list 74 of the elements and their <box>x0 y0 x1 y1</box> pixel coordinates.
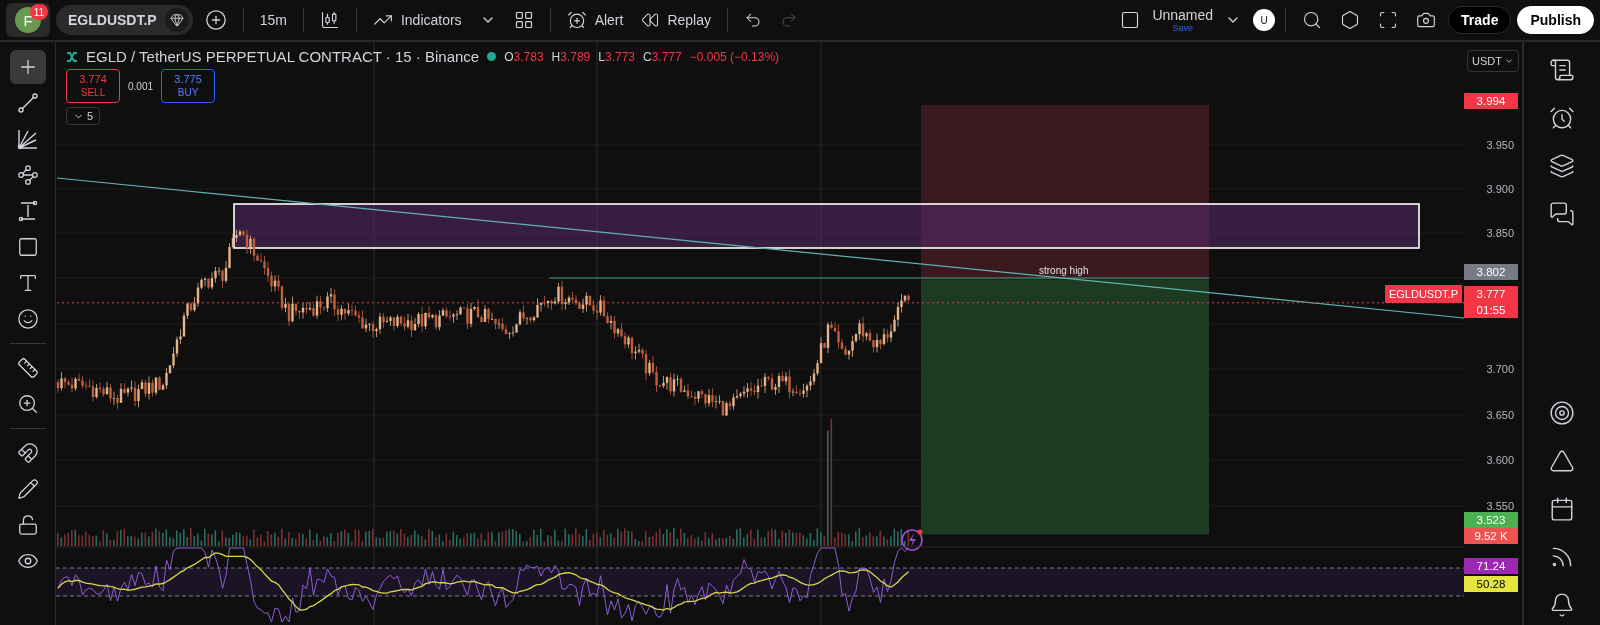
symbol-name: EGLDUSDT.P <box>68 12 157 28</box>
gem-icon <box>164 8 189 32</box>
rewind-icon <box>641 11 660 29</box>
zoom-in-icon <box>16 393 39 415</box>
alarm-clock-icon <box>566 10 587 30</box>
indicator-icon <box>901 529 923 551</box>
grid-icon <box>513 10 534 30</box>
calendar-icon <box>1549 496 1575 522</box>
magnet-icon <box>16 442 39 464</box>
camera-icon <box>1416 10 1437 30</box>
symbol-search[interactable]: EGLDUSDT.P <box>56 5 193 35</box>
interval-button[interactable]: 15m <box>253 4 293 36</box>
redo-icon <box>780 11 798 29</box>
trade-button[interactable]: Trade <box>1448 6 1512 34</box>
price-tick: 3.600 <box>1486 454 1514 466</box>
ohlc-value: L3.773 <box>598 49 635 64</box>
price-label: 3.994 <box>1464 93 1518 109</box>
publish-button[interactable]: Publish <box>1517 6 1594 34</box>
unlocked-lock-icon <box>16 514 39 536</box>
layers-icon <box>1549 153 1575 179</box>
hexagon-icon <box>1340 10 1361 30</box>
price-tick: 3.700 <box>1486 363 1514 375</box>
watchlist-icon <box>1549 57 1575 83</box>
price-tick: 3.850 <box>1486 227 1514 239</box>
exchange-logo <box>66 51 78 62</box>
rectangle-icon <box>16 236 39 258</box>
alert-button[interactable]: Alert <box>560 4 630 36</box>
candlestick-icon <box>319 10 340 30</box>
currency-button[interactable]: USDT <box>1467 50 1519 72</box>
pattern-icon <box>16 164 39 186</box>
user-avatar[interactable]: U <box>1253 9 1276 31</box>
plus-circle-icon <box>204 9 227 31</box>
triangle-icon <box>1549 448 1575 474</box>
chevron-down-icon <box>1503 56 1514 66</box>
price-tick: 3.950 <box>1486 139 1514 151</box>
line-label: strong high <box>1039 265 1089 276</box>
pencil-icon <box>16 478 39 500</box>
price-change: −0.005 (−0.13%) <box>689 49 780 64</box>
alarm-clock-icon <box>1549 105 1575 131</box>
smiley-icon <box>16 308 39 330</box>
price-label: 71.24 <box>1464 558 1518 574</box>
symbol-tag: EGLDUSDT.P <box>1384 285 1462 303</box>
price-label: 3.802 <box>1464 264 1518 280</box>
price-label: 01:55 <box>1464 302 1518 318</box>
ohlc-value: C3.777 <box>643 49 682 64</box>
fib-fan-icon <box>15 127 40 151</box>
layout-name[interactable]: Unnamed <box>1152 7 1214 22</box>
indicators-button[interactable]: Indicators <box>366 4 468 36</box>
ruler-icon <box>16 357 39 379</box>
ohlc-value: H3.789 <box>551 49 591 64</box>
price-label: 50.28 <box>1464 576 1518 592</box>
bell-icon <box>1549 592 1575 618</box>
buy-button[interactable]: 3.775 BUY <box>161 69 216 103</box>
square-icon <box>1120 10 1141 30</box>
save-link[interactable]: Save <box>1172 23 1193 33</box>
price-tick: 3.900 <box>1486 183 1514 195</box>
price-label: 3.523 <box>1464 512 1518 528</box>
spread-value: 0.001 <box>128 80 154 92</box>
fullscreen-icon <box>1378 10 1399 30</box>
indicators-toggle[interactable]: 5 <box>66 107 101 125</box>
chat-icon <box>1549 201 1575 227</box>
sell-button[interactable]: 3.774 SELL <box>66 69 120 103</box>
ohlc-value: O3.783 <box>504 49 544 64</box>
replay-button[interactable]: Replay <box>635 4 717 36</box>
price-label: 9.52 K <box>1464 528 1518 544</box>
price-tick: 3.650 <box>1486 409 1514 421</box>
chart-title: EGLD / TetherUS PERPETUAL CONTRACT · 15 · Binance <box>86 48 480 65</box>
price-label: 3.777 <box>1464 286 1518 302</box>
price-tick: 3.550 <box>1486 500 1514 512</box>
crosshair-tool[interactable] <box>9 50 46 84</box>
undo-icon <box>744 11 762 29</box>
trend-line-icon <box>15 91 40 115</box>
search-icon <box>1302 10 1323 30</box>
target-icon <box>1549 400 1575 426</box>
